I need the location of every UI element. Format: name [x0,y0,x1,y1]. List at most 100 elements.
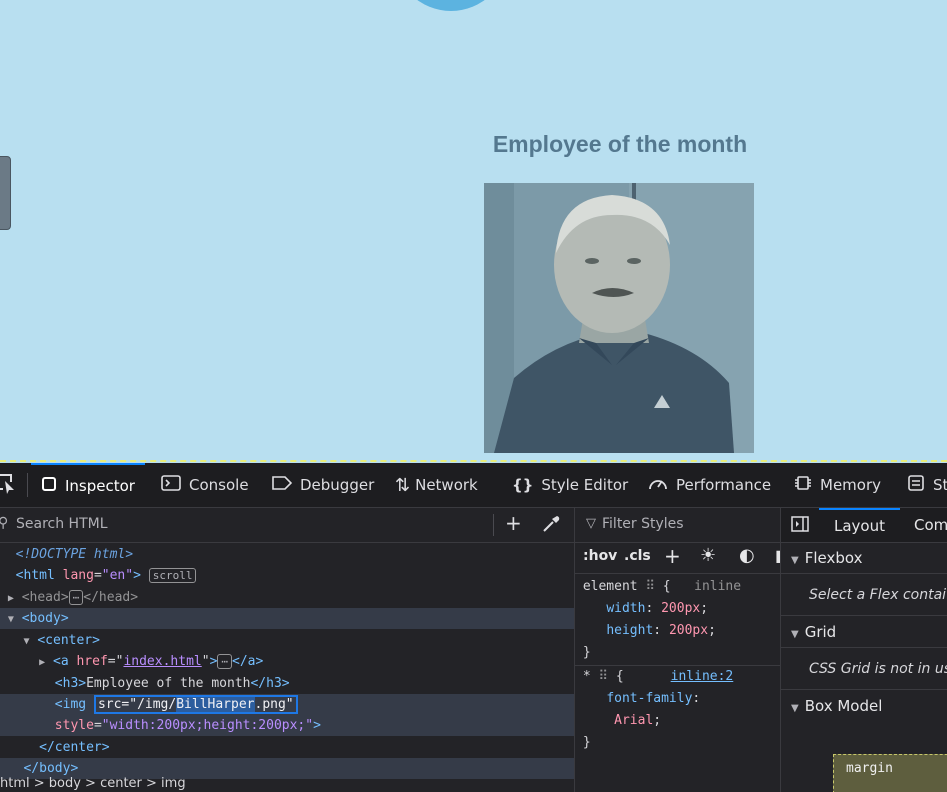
rule-font-decl[interactable]: font-family: [575,688,780,710]
classes-button[interactable]: .cls [624,548,651,564]
box-model-section-header[interactable]: ▼ Box Model [781,691,947,721]
element-picker-icon[interactable] [0,473,16,495]
filter-icon: ▽ [586,516,596,531]
hover-states-button[interactable]: :hov [583,548,617,564]
html-lang-attr: lang [62,568,94,583]
eyedropper-icon[interactable] [541,514,561,534]
box-model-margin[interactable]: margin [833,754,947,792]
tab-network[interactable]: ⇅ Network [395,463,478,507]
rule-height-decl[interactable]: height: 200px; [575,620,780,642]
filter-styles-bar[interactable]: ▽ Filter Styles [575,508,780,543]
body-tag: <body> [21,611,69,626]
console-icon [161,475,181,495]
markup-line-center-close[interactable]: </center> [0,737,574,758]
rules-panel: ▽ Filter Styles :hov .cls + ☀ ◐ ▮ elemen… [575,508,781,792]
markup-line-img-style[interactable]: style="width:200px;height:200px;"> [0,715,574,736]
tab-inspector[interactable]: Inspector [31,463,145,507]
tab-computed[interactable]: Com [914,516,947,534]
memory-icon [794,474,812,496]
expand-arrow-icon[interactable]: ▶ [39,657,45,668]
markup-line-html[interactable]: <html lang="en"> scroll [0,565,574,586]
font-family-property[interactable]: font-family [606,691,692,706]
collapse-arrow-icon: ▼ [791,629,799,640]
breadcrumb[interactable]: html > body > center > img [0,776,574,792]
flexbox-title: Flexbox [804,549,863,567]
box-model-title: Box Model [804,697,883,715]
light-theme-icon[interactable]: ☀ [700,545,716,566]
grid-title: Grid [804,623,837,641]
grid-section-header[interactable]: ▼ Grid [781,617,947,648]
tab-inspector-label: Inspector [65,477,135,495]
style-editor-icon: {} [512,476,534,494]
search-icon: ⚲ [0,515,9,531]
element-source: inline [694,579,742,594]
img-src-suffix: .png" [254,697,294,712]
img-src-attr-editor[interactable]: src="/img/BillHarper.png" [93,695,298,714]
collapsed-ellipsis-icon[interactable]: ⋯ [217,654,233,669]
tab-performance[interactable]: Performance [648,463,771,507]
node-highlight-guide [0,460,947,462]
grid-message: CSS Grid is not in us [781,648,947,690]
collapse-arrow-icon[interactable]: ▼ [8,614,14,625]
sidebar-toggle-icon[interactable] [791,516,809,536]
grid-highlight-icon[interactable]: ⠿ [645,579,655,594]
img-style-attr: style [54,718,94,733]
add-node-icon[interactable]: + [505,511,522,535]
anchor-tag: <a [53,654,69,669]
flexbox-section-header[interactable]: ▼ Flexbox [781,543,947,574]
img-src-selected-text[interactable]: BillHarper [176,697,255,712]
rule-width-decl[interactable]: width: 200px; [575,598,780,620]
dark-theme-icon[interactable]: ◐ [739,545,755,566]
employee-heading: Employee of the month [492,131,748,157]
rule-star-selector[interactable]: * ⠿ { inline:2 [575,666,780,688]
side-panel-handle[interactable] [0,156,11,230]
employee-photo [484,183,754,453]
tab-memory[interactable]: Memory [794,463,881,507]
height-property[interactable]: height [606,623,653,638]
tab-style-editor[interactable]: {} Style Editor [512,463,628,507]
height-value[interactable]: 200px [669,623,708,638]
tab-debugger-label: Debugger [300,476,375,494]
rule-font-value[interactable]: Arial; [575,710,780,732]
star-source-link[interactable]: inline:2 [671,669,734,684]
width-property[interactable]: width [606,601,645,616]
markup-search-bar[interactable]: ⚲ Search HTML + [0,508,574,543]
markup-line-head[interactable]: ▶ <head> ⋯ </head> [0,587,574,608]
element-selector: element [582,579,638,594]
tab-layout[interactable]: Layout [819,508,900,542]
markup-line-center[interactable]: ▼ <center> [0,630,574,651]
tab-debugger[interactable]: Debugger [272,463,374,507]
tab-network-label: Network [415,476,478,494]
center-tag: <center> [37,633,100,648]
markup-line-anchor[interactable]: ▶ <a href="index.html"> ⋯ </a> [0,651,574,672]
rule-element-close: } [575,645,591,660]
markup-line-doctype[interactable]: <!DOCTYPE html> [0,544,574,565]
markup-panel: ⚲ Search HTML + <!DOCTYPE html> <html la… [0,508,575,792]
employee-photo-image [484,183,754,453]
collapsed-ellipsis-icon[interactable]: ⋯ [68,590,84,605]
markup-line-body[interactable]: ▼ <body> [0,608,574,629]
width-value[interactable]: 200px [661,601,700,616]
font-family-value[interactable]: Arial [614,713,653,728]
scroll-badge[interactable]: scroll [148,568,197,583]
search-separator [493,514,494,536]
rule-element-selector[interactable]: element ⠿ { inline [575,576,780,598]
filter-styles-input[interactable]: Filter Styles [602,516,684,532]
markup-line-img[interactable]: <img src="/img/BillHarper.png" [0,694,574,715]
h3-text: Employee of the month [86,676,251,691]
tab-storage[interactable]: St [907,463,947,507]
collapse-arrow-icon[interactable]: ▼ [23,636,29,647]
h3-close-tag: </h3> [250,676,290,691]
tab-console-label: Console [189,476,249,494]
search-html-input[interactable]: Search HTML [16,516,108,532]
grid-highlight-icon[interactable]: ⠿ [598,669,608,684]
tab-console[interactable]: Console [161,463,249,507]
rule-star-close: } [575,735,591,750]
site-logo[interactable] [394,0,508,11]
expand-arrow-icon[interactable]: ▶ [8,593,14,604]
markup-line-h3[interactable]: <h3>Employee of the month</h3> [0,673,574,694]
add-rule-icon[interactable]: + [664,544,681,568]
doctype-node: <!DOCTYPE html> [15,547,134,562]
anchor-href-link[interactable]: index.html [123,654,201,669]
debugger-icon [272,475,293,495]
